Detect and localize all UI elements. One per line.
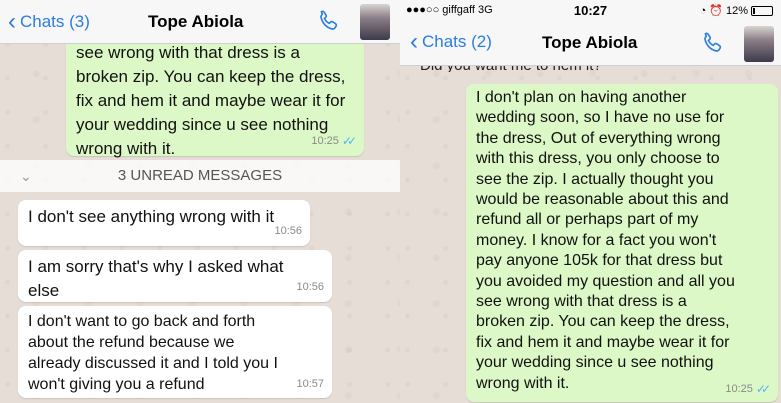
battery-icon [751,5,773,16]
avatar[interactable] [744,26,774,62]
phone-icon[interactable] [700,30,726,56]
message-line: else [28,281,60,300]
back-label: Chats (2) [422,32,492,51]
avatar[interactable] [360,4,390,40]
double-check-icon: ✓✓ [755,381,771,396]
contact-name[interactable]: Tope Abiola [148,12,243,32]
incoming-message[interactable]: I don't want to go back and forth about … [18,306,332,398]
right-chat-screen: ●●●○○ giffgaff 3G 10:27 ◔ ⏰ 12% Did you … [400,0,781,403]
message-line: wrong with it. [476,374,570,392]
message-line: see the zip. I actually thought you [476,170,714,188]
message-line: money. I know for a fact you won't [476,231,717,249]
chevron-down-icon[interactable]: ⌄ [20,160,32,192]
message-line: see wrong with that dress is a [76,43,300,62]
battery-percent: 12% [725,4,748,17]
message-line: refund all or perhaps part of my [476,211,699,229]
unread-label: 3 UNREAD MESSAGES [117,167,283,184]
message-line: already discussed it and I told you I [28,355,278,372]
message-line: fix and hem it and maybe wear it for [76,91,346,110]
message-meta: 10:56 [274,219,302,243]
chat-header: ‹ Chats (3) Tope Abiola [0,0,400,44]
chat-header: ‹ Chats (2) Tope Abiola [400,22,781,66]
incoming-message[interactable]: I don't see anything wrong with it 10:56 [18,200,310,246]
chevron-left-icon: ‹ [8,8,16,35]
status-bar: ●●●○○ giffgaff 3G 10:27 ◔ ⏰ 12% [400,0,781,22]
message-meta: 10:25 ✓✓ [311,129,357,153]
incoming-message[interactable]: I am sorry that's why I asked what else … [18,250,332,302]
message-time: 10:57 [296,378,324,390]
message-line: I don't plan on having another [476,89,687,106]
message-line: the dress, Out of everything wrong [476,129,721,147]
lock-rotation-icon: ◔ [699,4,707,17]
left-chat-screen: see wrong with that dress is a broken zi… [0,0,400,403]
alarm-icon: ⏰ [709,5,723,17]
back-button[interactable]: ‹ Chats (3) [8,8,90,35]
message-line: I don't see anything wrong with it [28,207,275,226]
contact-name[interactable]: Tope Abiola [542,33,637,53]
message-meta: 10:57 [296,374,324,395]
outgoing-message[interactable]: see wrong with that dress is a broken zi… [66,38,364,158]
message-line: fix and hem it and maybe wear it for [476,333,730,351]
phone-icon[interactable] [316,8,342,34]
message-line: your wedding since u see nothing [476,354,714,372]
message-line: I don't want to go back and forth [28,313,256,330]
message-meta: 10:56 [296,275,324,299]
message-line: broken zip. You can keep the dress, [476,313,730,331]
message-time: 10:25 [311,135,339,147]
message-time: 10:56 [274,225,302,237]
status-indicators: ◔ ⏰ 12% [700,4,773,17]
message-line: I am sorry that's why I asked what [28,257,284,276]
message-line: broken zip. You can keep the dress, [76,67,346,86]
message-line: about the refund because we [28,334,235,351]
chevron-left-icon: ‹ [410,28,418,55]
message-line: you avoided my question and all you [476,272,735,290]
message-line: won't giving you a refund [28,376,205,393]
back-button[interactable]: ‹ Chats (2) [410,28,492,55]
message-line: pay anyone 105k for that dress but [476,252,723,270]
message-line: with this dress, you only choose to [476,150,720,168]
unread-banner: ⌄ 3 UNREAD MESSAGES [0,160,400,192]
message-line: wedding soon, so I have no use for [476,109,725,127]
back-label: Chats (3) [20,12,90,31]
message-time: 10:25 [725,382,753,395]
outgoing-message[interactable]: I don't plan on having another wedding s… [466,84,778,402]
message-meta: 10:25 ✓✓ [725,379,771,399]
message-line: see wrong with that dress is a [476,293,687,311]
message-line: would be reasonable about this and [476,191,729,209]
battery-level [753,7,755,14]
message-time: 10:56 [296,281,324,293]
double-check-icon: ✓✓ [341,134,357,148]
